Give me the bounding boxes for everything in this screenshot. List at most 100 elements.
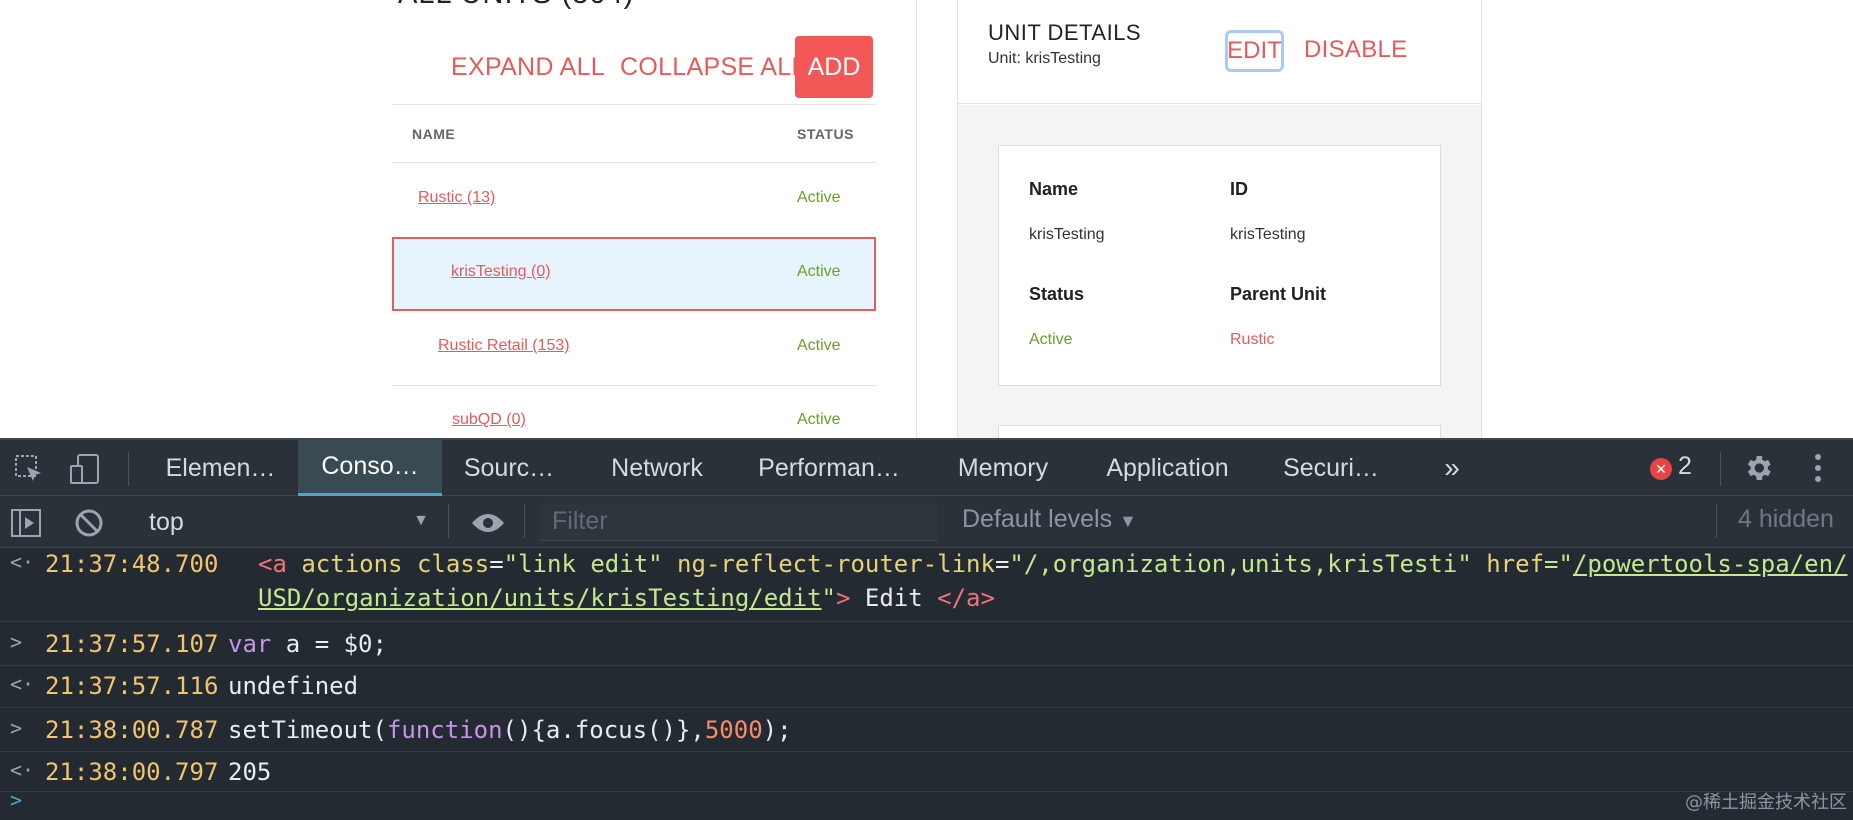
filter-input[interactable] <box>540 503 937 541</box>
eye-icon[interactable] <box>468 506 508 540</box>
chevron-double-right-icon[interactable]: » <box>1430 440 1474 496</box>
unit-link[interactable]: krisTesting (0) <box>451 263 551 281</box>
devtools-tab-bar: Elemen… Conso… Sourc… Network Performan…… <box>0 438 1853 496</box>
id-label: ID <box>1230 179 1248 199</box>
details-card-secondary <box>998 425 1441 438</box>
divider <box>392 104 876 105</box>
status-cell: Active <box>797 263 841 280</box>
tab-security[interactable]: Securi… <box>1278 440 1384 496</box>
console-result: undefined <box>228 672 359 700</box>
caret-down-icon: ▼ <box>413 512 429 529</box>
status-cell: Active <box>797 189 841 206</box>
timestamp: 21:38:00.787 <box>45 716 219 744</box>
error-count[interactable]: 2 <box>1678 452 1692 481</box>
units-panel: ALL UNITS (504) EXPAND ALL COLLAPSE ALL … <box>392 0 876 438</box>
input-arrow-icon: > <box>10 716 23 740</box>
status-value: Active <box>1029 331 1073 348</box>
caret-down-icon: ▼ <box>1119 511 1137 531</box>
tab-console[interactable]: Conso… <box>298 440 442 496</box>
sidebar-toggle-icon[interactable] <box>8 506 44 540</box>
unit-link[interactable]: subQD (0) <box>452 411 526 429</box>
details-title: UNIT DETAILS <box>988 20 1142 45</box>
console-message: <· 21:38:00.797 205 <box>0 752 1853 792</box>
name-value: krisTesting <box>1029 226 1105 243</box>
toolbar-separator <box>1720 452 1721 486</box>
status-cell: Active <box>797 337 841 354</box>
details-body: Name ID krisTesting krisTesting Status P… <box>958 105 1481 438</box>
console-toolbar: top ▼ Default levels ▼ 4 hidden <box>0 496 1853 548</box>
log-levels-label: Default levels <box>962 505 1113 533</box>
html-element-output-continued[interactable]: USD/organization/units/krisTesting/edit"… <box>258 584 995 612</box>
details-card: Name ID krisTesting krisTesting Status P… <box>998 145 1441 386</box>
id-value: krisTesting <box>1230 226 1306 243</box>
status-cell: Active <box>797 411 841 428</box>
error-icon[interactable]: ✕ <box>1650 458 1672 480</box>
collapse-all-label: COLLAPSE ALL <box>620 52 806 81</box>
devtools-panel: Elemen… Conso… Sourc… Network Performan…… <box>0 438 1853 820</box>
table-row[interactable]: Rustic Retail (153) Active <box>392 311 876 385</box>
expand-all-label: EXPAND ALL <box>451 52 606 81</box>
details-subtitle: Unit: krisTesting <box>988 50 1101 67</box>
edit-button[interactable]: EDIT <box>1225 30 1284 72</box>
tab-performance[interactable]: Performan… <box>750 440 908 496</box>
name-label: Name <box>1029 179 1079 199</box>
table-row-selected[interactable]: krisTesting (0) Active <box>392 237 876 311</box>
timestamp: 21:37:57.116 <box>45 672 219 700</box>
tab-application[interactable]: Application <box>1095 440 1240 496</box>
page-title: ALL UNITS (504) <box>398 0 634 11</box>
href-link[interactable]: USD/organization/units/krisTesting/edit <box>258 584 822 612</box>
more-vertical-icon[interactable] <box>1802 450 1834 486</box>
console-code: var a = $0; <box>228 630 387 658</box>
device-toolbar-icon[interactable] <box>66 450 104 488</box>
hidden-messages-count: 4 hidden <box>1738 505 1834 533</box>
href-link[interactable]: /powertools-spa/en/ <box>1573 550 1848 578</box>
tab-elements[interactable]: Elemen… <box>148 440 293 496</box>
collapse-all-link[interactable]: COLLAPSE ALL <box>620 36 806 98</box>
disable-button[interactable]: DISABLE <box>1304 36 1407 64</box>
timestamp: 21:37:57.107 <box>45 630 219 658</box>
log-levels-dropdown[interactable]: Default levels ▼ <box>962 505 1137 534</box>
console-message: <· 21:37:48.700 <a actions class="link e… <box>0 548 1853 622</box>
column-header-name[interactable]: NAME <box>412 126 455 142</box>
details-header: UNIT DETAILS Unit: krisTesting EDIT DISA… <box>958 0 1481 104</box>
panel-divider <box>916 0 917 438</box>
timestamp: 21:38:00.797 <box>45 758 219 786</box>
status-label: Status <box>1029 284 1085 304</box>
watermark: @稀土掘金技术社区 <box>1685 792 1847 813</box>
table-row[interactable]: Rustic (13) Active <box>392 163 876 237</box>
unit-link[interactable]: Rustic Retail (153) <box>438 337 570 355</box>
console-message: <· 21:37:57.116 undefined <box>0 666 1853 708</box>
result-arrow-icon: <· <box>10 758 35 782</box>
console-input: > 21:37:57.107 var a = $0; <box>0 622 1853 666</box>
tab-network[interactable]: Network <box>597 440 717 496</box>
add-button[interactable]: ADD <box>795 36 873 98</box>
console-prompt-icon[interactable]: > <box>10 788 22 812</box>
parent-unit-link[interactable]: Rustic <box>1230 331 1274 349</box>
timestamp: 21:37:48.700 <box>45 550 219 578</box>
console-output[interactable]: <· 21:37:48.700 <a actions class="link e… <box>0 548 1853 820</box>
parent-unit-label: Parent Unit <box>1230 284 1327 304</box>
expand-all-link[interactable]: EXPAND ALL <box>451 36 605 98</box>
toolbar-separator <box>128 452 129 486</box>
unit-link[interactable]: Rustic (13) <box>418 189 495 207</box>
toolbar-separator <box>524 504 525 538</box>
html-element-output[interactable]: <a actions class="link edit" ng-reflect-… <box>258 550 1847 578</box>
gear-icon[interactable] <box>1740 450 1776 486</box>
app-page: ALL UNITS (504) EXPAND ALL COLLAPSE ALL … <box>0 0 1853 438</box>
toolbar-separator <box>448 504 449 538</box>
column-header-status[interactable]: STATUS <box>797 126 854 142</box>
table-row[interactable]: subQD (0) Active <box>392 385 876 438</box>
result-arrow-icon: <· <box>10 550 35 574</box>
input-arrow-icon: > <box>10 630 23 654</box>
console-input: > 21:38:00.787 setTimeout(function(){a.f… <box>0 708 1853 752</box>
context-select[interactable]: top ▼ <box>135 504 435 540</box>
console-code: setTimeout(function(){a.focus()},5000); <box>228 716 792 744</box>
context-value: top <box>149 507 184 536</box>
inspect-element-icon[interactable] <box>10 450 48 488</box>
toolbar-separator <box>1716 504 1717 538</box>
result-arrow-icon: <· <box>10 672 35 696</box>
tab-memory[interactable]: Memory <box>948 440 1058 496</box>
clear-console-icon[interactable] <box>72 506 106 540</box>
tab-sources[interactable]: Sourc… <box>453 440 565 496</box>
console-result: 205 <box>228 758 272 786</box>
